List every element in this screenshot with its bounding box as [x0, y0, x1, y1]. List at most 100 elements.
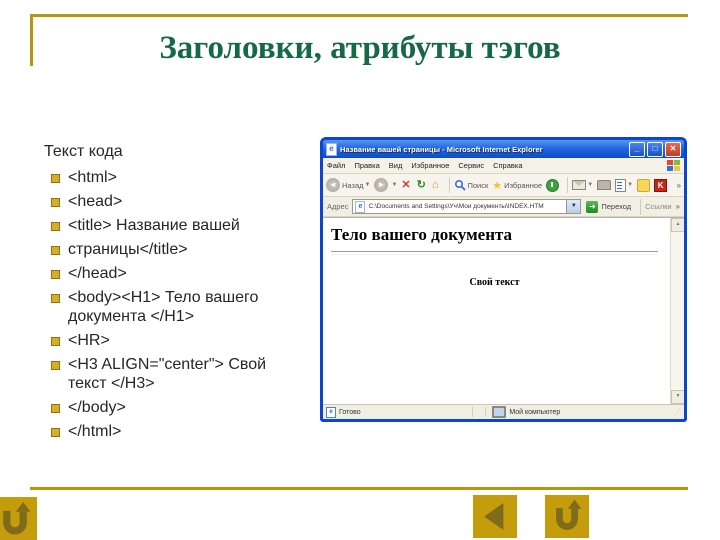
uturn-arrow-icon — [3, 501, 31, 535]
history-button[interactable] — [546, 178, 560, 192]
links-chevron[interactable]: » — [676, 202, 680, 211]
maximize-button[interactable]: □ — [647, 141, 663, 157]
mail-icon — [572, 180, 587, 190]
back-triangle-icon — [484, 503, 504, 530]
home-button[interactable]: ⌂ — [432, 179, 441, 191]
address-label: Адрес — [327, 202, 349, 211]
gold-bottom-rule — [30, 487, 688, 490]
status-page-icon: e — [326, 406, 336, 418]
code-heading: Текст кода — [44, 143, 123, 160]
address-dropdown-button[interactable]: ▼ — [566, 199, 582, 214]
messenger-icon — [637, 178, 651, 192]
toolbar-separator — [567, 177, 569, 193]
browser-titlebar: e Название вашей страницы - Microsoft In… — [323, 140, 684, 158]
code-line: <title> Название вашей — [44, 216, 320, 235]
code-line: <HR> — [44, 331, 320, 350]
mail-button[interactable]: ▼ — [572, 180, 593, 190]
code-line: </body> — [44, 398, 320, 417]
page-subtext: Свой текст — [469, 277, 520, 288]
stop-icon: ✕ — [401, 179, 411, 191]
code-line: <head> — [44, 192, 320, 211]
refresh-button[interactable]: ↻ — [417, 179, 428, 191]
return-action-button-left[interactable] — [0, 497, 37, 540]
address-value: C:\Documents and Settings\Уч\Мои докумен… — [368, 203, 544, 210]
back-button[interactable]: ◄ Назад ▼ — [326, 178, 370, 192]
home-icon: ⌂ — [431, 179, 439, 191]
print-icon — [597, 180, 612, 190]
code-line: <H3 ALIGN="center"> Свой текст </H3> — [44, 355, 320, 393]
address-input[interactable]: e C:\Documents and Settings\Уч\Мои докум… — [352, 199, 568, 214]
status-zone-text: Мой компьютер — [509, 408, 561, 416]
scroll-down-button[interactable]: ▼ — [671, 390, 684, 404]
forward-button[interactable]: ► ▼ — [374, 178, 397, 192]
minimize-button[interactable]: _ — [629, 141, 645, 157]
menu-tools[interactable]: Сервис — [458, 161, 484, 170]
bullet-square-icon — [51, 198, 60, 207]
menu-file[interactable]: Файл — [327, 161, 345, 170]
slide-title: Заголовки, атрибуты тэгов — [159, 30, 561, 66]
code-line: <html> — [44, 168, 320, 187]
windows-logo-icon — [667, 160, 680, 171]
statusbar-separator — [485, 407, 487, 417]
history-icon — [546, 178, 560, 192]
go-arrow-icon: ➜ — [586, 200, 599, 213]
page-horizontal-rule — [331, 251, 658, 255]
presentation-slide: Заголовки, атрибуты тэгов Текст кода <ht… — [0, 0, 720, 540]
menu-edit[interactable]: Правка — [354, 161, 379, 170]
vertical-scrollbar[interactable]: ▲ ▼ — [670, 218, 684, 404]
go-label: Переход — [601, 202, 632, 211]
status-text: Готово — [339, 408, 361, 416]
stop-button[interactable]: ✕ — [401, 179, 412, 191]
browser-statusbar: e Готово Мой компьютер ⋰ — [323, 404, 684, 419]
bullet-square-icon — [51, 294, 60, 303]
forward-dropdown-icon: ▼ — [391, 182, 398, 188]
forward-icon: ► — [374, 178, 389, 192]
links-label: Ссылки — [645, 202, 672, 211]
toolbar-separator — [448, 177, 450, 193]
edit-button[interactable]: ▼ — [615, 178, 634, 192]
bullet-square-icon — [51, 361, 60, 370]
menu-view[interactable]: Вид — [389, 161, 403, 170]
messenger-button[interactable] — [637, 178, 651, 192]
refresh-icon: ↻ — [416, 179, 426, 191]
back-action-button[interactable] — [473, 495, 517, 538]
edit-icon — [615, 178, 627, 192]
browser-toolbar: ◄ Назад ▼ ► ▼ ✕ ↻ ⌂ Поиск ★ Избранное ▼ — [323, 174, 684, 197]
statusbar-separator — [472, 407, 474, 417]
return-action-button-right[interactable] — [545, 495, 589, 538]
go-button[interactable]: ➜ Переход — [586, 200, 632, 213]
search-icon — [454, 179, 466, 191]
browser-addressbar: Адрес e C:\Documents and Settings\Уч\Мои… — [323, 197, 684, 217]
bullet-square-icon — [51, 270, 60, 279]
edit-dropdown-icon: ▼ — [627, 182, 634, 188]
bullet-square-icon — [51, 246, 60, 255]
menu-favorites[interactable]: Избранное — [411, 161, 449, 170]
mail-dropdown-icon: ▼ — [587, 182, 594, 188]
toolbar-overflow-chevron[interactable]: » — [677, 181, 681, 190]
antivirus-button[interactable]: K — [654, 178, 668, 192]
code-list: <html> <head> <title> Название вашей стр… — [44, 168, 320, 446]
resize-grip-icon[interactable]: ⋰ — [674, 408, 681, 416]
ie-page-icon: e — [326, 142, 337, 156]
bullet-square-icon — [51, 174, 60, 183]
favorites-star-icon: ★ — [492, 179, 503, 192]
gold-top-rule — [30, 14, 688, 17]
code-line: <body><H1> Тело вашего документа </H1> — [44, 288, 320, 326]
back-icon: ◄ — [326, 178, 340, 192]
addressbar-separator — [640, 198, 642, 215]
search-label: Поиск — [467, 180, 489, 190]
browser-menubar: Файл Правка Вид Избранное Сервис Справка — [323, 158, 684, 174]
close-button[interactable]: ✕ — [665, 141, 681, 157]
menu-help[interactable]: Справка — [493, 161, 522, 170]
print-button[interactable] — [597, 180, 612, 190]
code-line: </html> — [44, 422, 320, 441]
ie-page-icon: e — [355, 200, 366, 213]
bullet-square-icon — [51, 404, 60, 413]
favorites-label: Избранное — [504, 180, 543, 190]
favorites-button[interactable]: ★ Избранное — [492, 179, 542, 192]
search-button[interactable]: Поиск — [454, 179, 489, 191]
browser-window: e Название вашей страницы - Microsoft In… — [320, 137, 687, 422]
scroll-up-button[interactable]: ▲ — [671, 218, 684, 232]
page-heading: Тело вашего документа — [331, 225, 513, 244]
code-line: страницы</title> — [44, 240, 320, 259]
